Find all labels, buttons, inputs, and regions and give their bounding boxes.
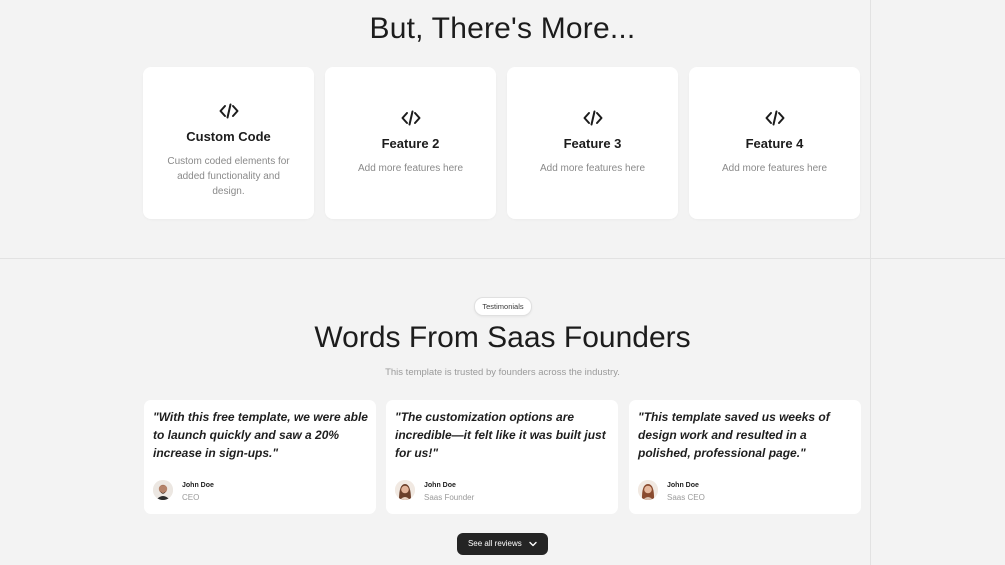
- avatar-woman-icon: [638, 480, 658, 500]
- see-all-reviews-button[interactable]: See all reviews: [457, 533, 548, 555]
- author-role: Saas CEO: [667, 493, 705, 502]
- testimonial-card-1: "With this free template, we were able t…: [144, 400, 376, 514]
- feature-card-2: Feature 2 Add more features here: [325, 67, 496, 219]
- avatar-man-icon: [153, 480, 173, 500]
- feature-title: Feature 3: [563, 136, 622, 151]
- avatar: [395, 480, 415, 500]
- section-title-more: But, There's More...: [369, 12, 636, 45]
- code-icon: [583, 110, 602, 126]
- feature-card-4: Feature 4 Add more features here: [689, 67, 860, 219]
- feature-description: Add more features here: [721, 163, 828, 174]
- section-title-testimonials: Words From Saas Founders: [314, 321, 691, 354]
- feature-description: Add more features here: [357, 163, 464, 174]
- chevron-down-icon: [529, 541, 537, 547]
- code-icon: [219, 103, 238, 119]
- feature-card-3: Feature 3 Add more features here: [507, 67, 678, 219]
- feature-title: Feature 2: [381, 136, 440, 151]
- testimonial-quote: "The customization options are incredibl…: [395, 410, 606, 460]
- feature-title: Custom Code: [186, 129, 271, 144]
- feature-title: Feature 4: [745, 136, 804, 151]
- author-name: John Doe: [424, 482, 456, 489]
- avatar-woman-icon: [395, 480, 415, 500]
- feature-description: Add more features here: [539, 163, 646, 174]
- author-role: CEO: [182, 493, 200, 502]
- vertical-divider: [870, 0, 871, 565]
- code-icon: [765, 110, 784, 126]
- testimonial-card-2: "The customization options are incredibl…: [386, 400, 618, 514]
- testimonial-quote: "With this free template, we were able t…: [153, 410, 368, 460]
- testimonials-badge: Testimonials: [474, 297, 532, 316]
- code-icon: [401, 110, 420, 126]
- feature-description: Custom coded elements for added function…: [167, 156, 290, 197]
- testimonial-card-3: "This template saved us weeks of design …: [629, 400, 861, 514]
- author-name: John Doe: [182, 482, 214, 489]
- author-role: Saas Founder: [424, 493, 475, 502]
- author-name: John Doe: [667, 482, 699, 489]
- testimonial-quote: "This template saved us weeks of design …: [638, 410, 830, 460]
- avatar: [638, 480, 658, 500]
- avatar: [153, 480, 173, 500]
- see-all-reviews-label: See all reviews: [467, 539, 522, 548]
- section-subtitle: This template is trusted by founders acr…: [385, 367, 620, 378]
- section-divider: [0, 258, 1005, 259]
- feature-card-custom-code: Custom Code Custom coded elements for ad…: [143, 67, 314, 219]
